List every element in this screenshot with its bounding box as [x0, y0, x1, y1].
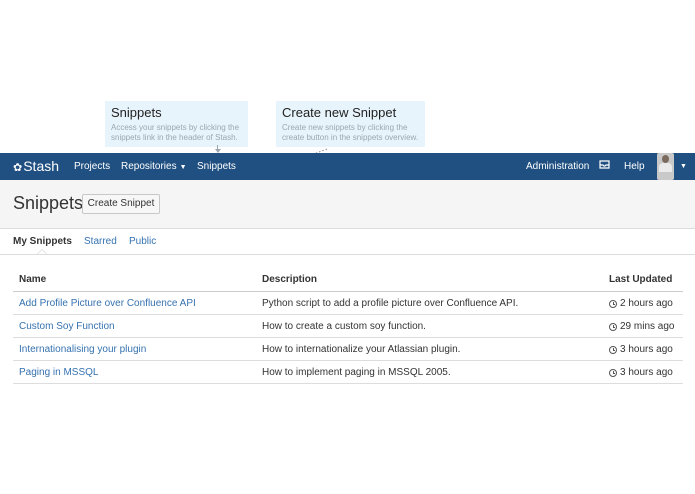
- stash-logo[interactable]: ✿Stash: [13, 153, 59, 180]
- nav-help[interactable]: Help: [624, 153, 645, 180]
- snippet-link[interactable]: Internationalising your plugin: [19, 344, 146, 355]
- chevron-down-icon: ▼: [179, 164, 187, 171]
- user-avatar[interactable]: [657, 153, 674, 180]
- clock-icon: [609, 345, 617, 354]
- callout-create-title: Create new Snippet: [282, 105, 397, 120]
- callout-create-snippet: Create new Snippet Create new snippets b…: [276, 101, 425, 147]
- snippet-description: How to implement paging in MSSQL 2005.: [256, 360, 603, 384]
- snippet-last-updated: 3 hours ago: [603, 360, 683, 384]
- snippet-name-cell: Internationalising your plugin: [13, 337, 256, 361]
- nav-snippets[interactable]: Snippets: [197, 153, 236, 180]
- page-header: Snippets Create Snippet: [0, 180, 695, 229]
- callout-snippets-text: Access your snippets by clicking the sni…: [111, 123, 240, 142]
- snippet-description: How to internationalize your Atlassian p…: [256, 337, 603, 361]
- snippet-last-updated: 2 hours ago: [603, 291, 683, 315]
- active-tab-indicator-fill: [38, 250, 46, 254]
- snippet-name-cell: Add Profile Picture over Confluence API: [13, 291, 256, 315]
- clock-icon: [609, 322, 617, 331]
- snippet-link[interactable]: Custom Soy Function: [19, 321, 115, 332]
- nav-projects[interactable]: Projects: [74, 153, 110, 180]
- avatar-body: [659, 163, 672, 172]
- table-row: Add Profile Picture over Confluence API …: [13, 291, 683, 315]
- last-updated-text: 2 hours ago: [620, 297, 673, 309]
- last-updated-text: 3 hours ago: [620, 366, 673, 378]
- nav-repositories-label: Repositories: [121, 161, 177, 172]
- snippet-description: Python script to add a profile picture o…: [256, 291, 603, 315]
- tab-my-snippets[interactable]: My Snippets: [13, 236, 72, 247]
- page-title: Snippets: [13, 193, 84, 213]
- table-row: Internationalising your plugin How to in…: [13, 337, 683, 361]
- snippet-description: How to create a custom soy function.: [256, 314, 603, 338]
- stash-logo-icon: ✿: [13, 162, 23, 174]
- snippet-link[interactable]: Add Profile Picture over Confluence API: [19, 298, 196, 309]
- snippet-last-updated: 3 hours ago: [603, 337, 683, 361]
- tab-starred[interactable]: Starred: [84, 236, 117, 247]
- table-row: Paging in MSSQL How to implement paging …: [13, 360, 683, 384]
- callout-create-text: Create new snippets by clicking the crea…: [282, 123, 419, 142]
- table-row: Custom Soy Function How to create a cust…: [13, 314, 683, 338]
- snippet-tabs: My Snippets Starred Public: [0, 229, 695, 255]
- tab-public[interactable]: Public: [129, 236, 156, 247]
- snippet-name-cell: Custom Soy Function: [13, 314, 256, 338]
- snippet-last-updated: 29 mins ago: [603, 314, 683, 338]
- snippet-name-cell: Paging in MSSQL: [13, 360, 256, 384]
- clock-icon: [609, 368, 617, 377]
- nav-administration[interactable]: Administration: [526, 153, 589, 180]
- create-snippet-button[interactable]: Create Snippet: [82, 194, 160, 214]
- column-header-name[interactable]: Name: [13, 268, 256, 292]
- avatar-head: [662, 155, 669, 163]
- snippets-table: Name Description Last Updated Add Profil…: [13, 268, 683, 384]
- callout-snippets: Snippets Access your snippets by clickin…: [105, 101, 248, 147]
- logo-text: Stash: [23, 158, 60, 174]
- column-header-last-updated[interactable]: Last Updated: [603, 268, 683, 292]
- snippet-link[interactable]: Paging in MSSQL: [19, 367, 99, 378]
- callout-snippets-title: Snippets: [111, 105, 162, 120]
- clock-icon: [609, 299, 617, 308]
- table-header-row: Name Description Last Updated: [13, 268, 683, 292]
- last-updated-text: 3 hours ago: [620, 343, 673, 355]
- nav-repositories[interactable]: Repositories ▼: [121, 153, 187, 180]
- column-header-description[interactable]: Description: [256, 268, 603, 292]
- last-updated-text: 29 mins ago: [620, 320, 675, 332]
- avatar-chevron-down-icon[interactable]: ▼: [680, 153, 687, 180]
- top-navigation-bar: ✿Stash Projects Repositories ▼ Snippets A…: [0, 153, 695, 180]
- inbox-icon[interactable]: [599, 153, 610, 180]
